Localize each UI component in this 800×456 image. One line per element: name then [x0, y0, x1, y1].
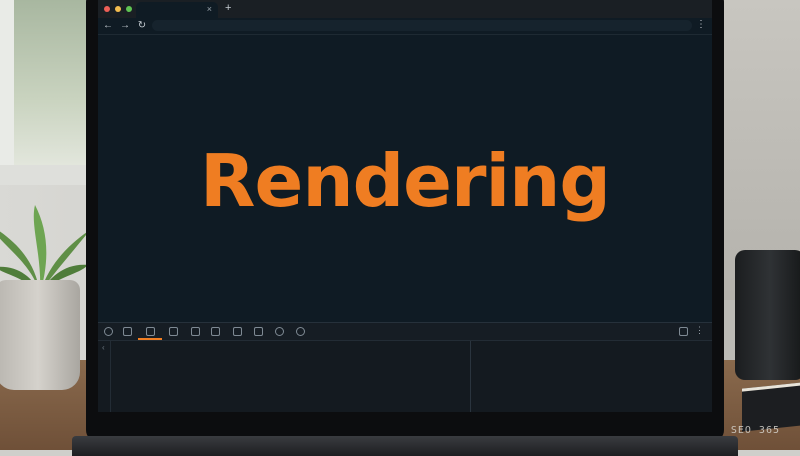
- close-tab-icon[interactable]: ×: [207, 4, 212, 14]
- browser-menu-icon[interactable]: ⋮: [696, 19, 706, 30]
- devtools-panel: ⋮ ‹: [98, 322, 712, 412]
- console-icon[interactable]: [169, 327, 178, 336]
- laptop-base: [72, 436, 738, 456]
- close-window-button[interactable]: [104, 6, 110, 12]
- watermark: SEO 365: [730, 425, 780, 436]
- network-icon[interactable]: [211, 327, 220, 336]
- tab-strip: × +: [98, 0, 712, 18]
- memory-icon[interactable]: [254, 327, 263, 336]
- device-icon[interactable]: [123, 327, 132, 336]
- devtools-toolbar: ⋮: [98, 323, 712, 341]
- back-button[interactable]: ←: [101, 19, 115, 33]
- browser-window: × + ← → ↻ ⋮ Rendering ⋮ ‹: [98, 0, 712, 412]
- page-headline: Rendering: [200, 138, 611, 223]
- maximize-window-button[interactable]: [126, 6, 132, 12]
- devtools-menu-icon[interactable]: ⋮: [695, 325, 704, 336]
- window-sill: [0, 165, 92, 185]
- browser-tab[interactable]: ×: [136, 2, 218, 18]
- inspect-icon[interactable]: [104, 327, 113, 336]
- dock-side-icon[interactable]: [679, 327, 688, 336]
- minimize-window-button[interactable]: [115, 6, 121, 12]
- elements-icon[interactable]: [146, 327, 155, 336]
- address-bar[interactable]: [152, 20, 692, 31]
- new-tab-button[interactable]: +: [225, 2, 231, 14]
- mug: [735, 250, 800, 380]
- application-icon[interactable]: [275, 327, 284, 336]
- window-controls: [104, 6, 132, 12]
- page-viewport: Rendering: [98, 35, 712, 322]
- forward-button[interactable]: →: [118, 19, 132, 33]
- devtools-main-pane: [110, 341, 470, 412]
- plant-pot: [0, 280, 80, 390]
- active-panel-indicator: [138, 338, 162, 340]
- devtools-side-pane: [471, 341, 712, 412]
- sources-icon[interactable]: [191, 327, 200, 336]
- browser-toolbar: ← → ↻ ⋮: [98, 18, 712, 35]
- performance-icon[interactable]: [233, 327, 242, 336]
- collapse-caret-icon[interactable]: ‹: [102, 343, 105, 352]
- settings-icon[interactable]: [296, 327, 305, 336]
- window-pane: [14, 0, 86, 165]
- reload-button[interactable]: ↻: [135, 19, 149, 33]
